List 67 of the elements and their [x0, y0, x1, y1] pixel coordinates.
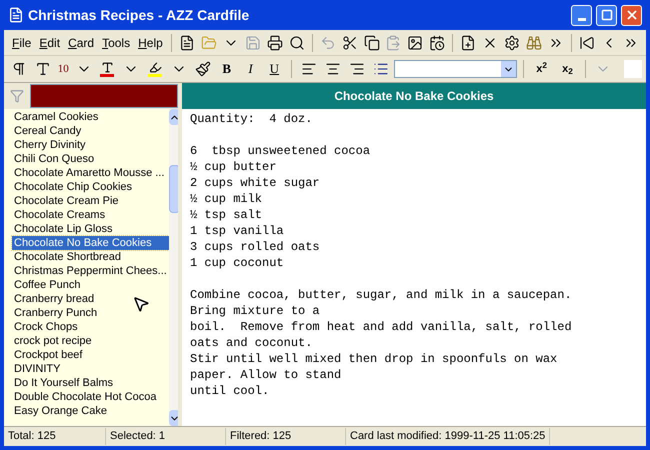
card-list-item[interactable]: Christmas Peppermint Chees...	[12, 264, 169, 278]
card-list-item[interactable]: Do It Yourself Balms	[12, 376, 169, 390]
card-title-bar: Chocolate No Bake Cookies	[182, 83, 646, 109]
card-list-item[interactable]: Chocolate Creams	[12, 208, 169, 222]
card-list-item[interactable]: Cranberry Punch	[12, 306, 169, 320]
card-list-item[interactable]: Cranberry bread	[12, 292, 169, 306]
card-text-line: 2 cups white sugar	[190, 175, 321, 191]
card-editor[interactable]	[182, 109, 646, 426]
menu-item[interactable]: File	[8, 34, 36, 52]
input-field[interactable]	[624, 60, 642, 78]
menu-item[interactable]: Card	[64, 34, 98, 52]
card-text-line: ½ tsp salt	[190, 207, 264, 223]
card-list-item[interactable]: Crockpot beef	[12, 348, 169, 362]
filter-field[interactable]	[30, 84, 178, 108]
font-size-button[interactable]: 10	[56, 60, 71, 78]
card-list-item[interactable]: Crock Chops	[12, 320, 169, 334]
minimize-button[interactable]	[571, 4, 592, 26]
menu-item[interactable]: Help	[134, 34, 167, 52]
card-text-line: Quantity: 4 doz.	[190, 111, 314, 127]
maximize-button[interactable]	[596, 4, 617, 26]
card-text-line: paper. Allow to stand	[190, 367, 342, 383]
status-text: Total: 125	[4, 428, 106, 445]
card-text-line: 6 tbsp unsweetened cocoa	[190, 143, 372, 159]
menu-item[interactable]: Tools	[98, 34, 134, 52]
card-list-item[interactable]: Easy Orange Cake	[12, 404, 169, 418]
card-text-line: 3 cups rolled oats	[190, 239, 321, 255]
card-list-item[interactable]: Chocolate Lip Gloss	[12, 222, 169, 236]
card-list-item[interactable]: crock pot recipe	[12, 334, 169, 348]
card-list-item[interactable]: Cherry Divinity	[12, 138, 169, 152]
italic-button[interactable]: I	[240, 59, 262, 79]
card-list-item[interactable]: Coffee Punch	[12, 278, 169, 292]
card-list-item[interactable]: Chocolate Chip Cookies	[12, 180, 169, 194]
card-text-line: Bring mixture to a	[190, 303, 321, 319]
card-list-item[interactable]: Double Chocolate Hot Cocoa	[12, 390, 169, 404]
scroll-thumb[interactable]	[168, 165, 178, 213]
card-text-line: oats and coconut.	[190, 335, 314, 351]
mouse-cursor-icon	[132, 295, 150, 313]
card-text-line: Stir until well mixed then drop in spoonfuls on wax	[190, 351, 558, 367]
card-text-line: 1 cup coconut	[190, 255, 285, 271]
card-list-item[interactable]: Chocolate Amaretto Mousse ...	[12, 166, 169, 180]
card-list-item[interactable]: DIVINITY	[12, 362, 169, 376]
status-text: Card last modified: 1999-11-25 11:05:25	[346, 428, 550, 445]
maximize-icon	[600, 9, 612, 21]
card-list-item[interactable]: Chili Con Queso	[12, 152, 169, 166]
card-list-item[interactable]: Cereal Candy	[12, 124, 169, 138]
card-text-line: ½ cup butter	[190, 159, 278, 175]
card-list-item[interactable]: Chocolate Cream Pie	[12, 194, 169, 208]
superscript-button[interactable]: x$^{2}$	[530, 60, 554, 78]
subscript-button[interactable]: x$_{2}$	[556, 60, 580, 78]
card-text-line: ½ cup milk	[190, 191, 264, 207]
close-icon	[624, 8, 638, 22]
scrollbar[interactable]	[168, 109, 178, 426]
window-title: Christmas Recipes - AZZ Cardfile	[28, 6, 250, 25]
card-text-line: 1 tsp vanilla	[190, 223, 285, 239]
underline-button[interactable]: U	[263, 59, 286, 79]
card-list-item[interactable]: Chocolate No Bake Cookies	[12, 236, 169, 250]
bold-button[interactable]: B	[216, 59, 238, 79]
menu-item[interactable]: Edit	[35, 34, 64, 52]
card-text-line: boil. Remove from heat and add vanilla, salt, rolled	[190, 319, 573, 335]
card-text-line: until cool.	[190, 383, 270, 399]
card-list-item[interactable]: Chocolate Shortbread	[12, 250, 169, 264]
app-icon	[8, 7, 24, 23]
card-text-line: Combine cocoa, butter, sugar, and milk in a saucepan.	[190, 287, 573, 303]
status-text: Filtered: 125	[226, 428, 346, 445]
close-button[interactable]	[621, 4, 642, 26]
card-list-item[interactable]: Caramel Cookies	[12, 110, 169, 124]
status-text: Selected: 1	[106, 428, 226, 445]
